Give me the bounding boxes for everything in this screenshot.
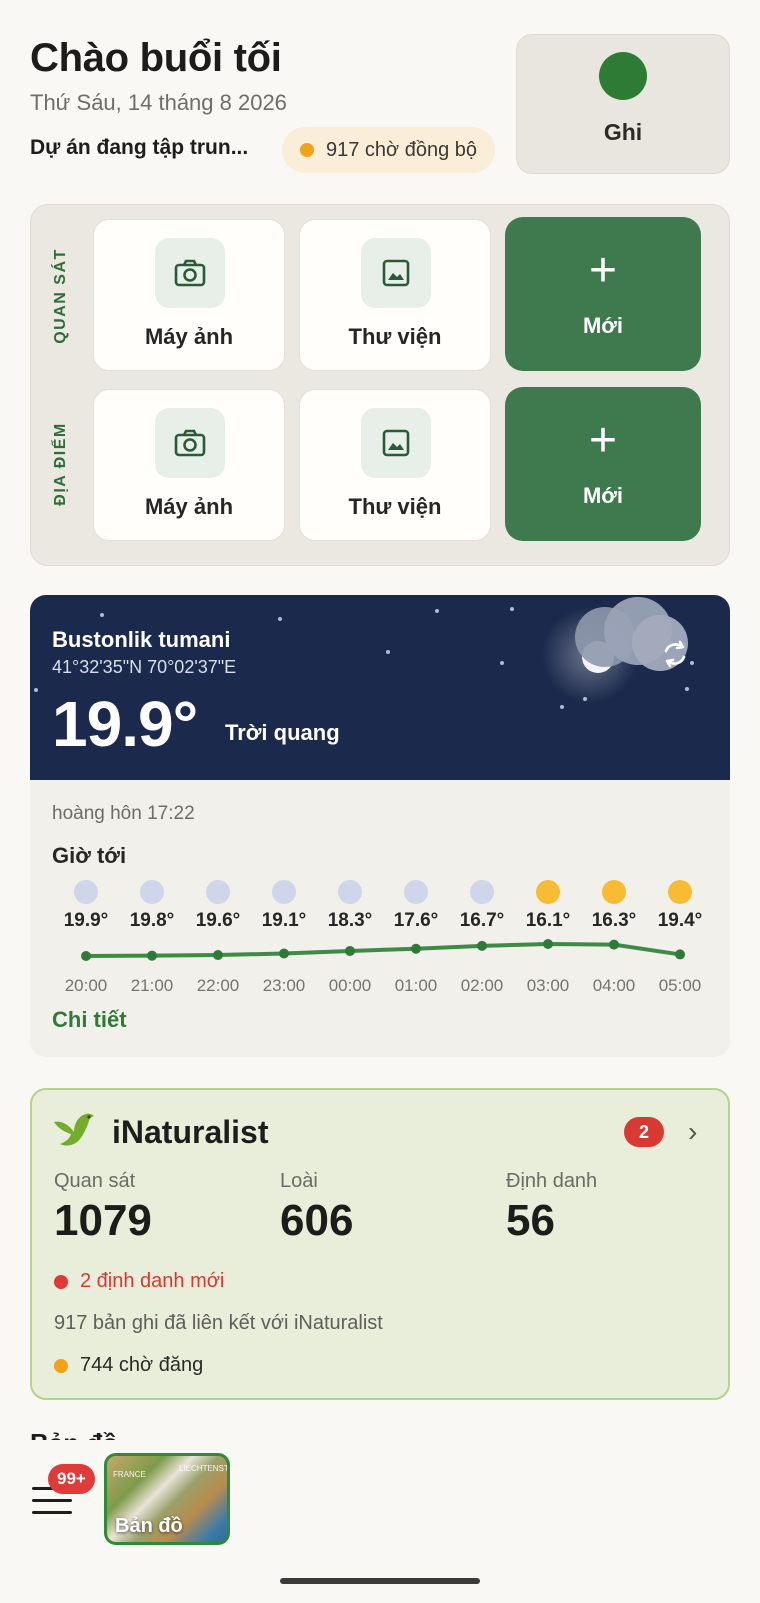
inaturalist-card[interactable]: iNaturalist 2 › Quan sát 1079 Loài 606 Đ… xyxy=(30,1088,730,1400)
notification-badge: 2 xyxy=(624,1117,664,1147)
new-identifications: 2 định danh mới xyxy=(54,1270,224,1293)
observations-label: Quan sát xyxy=(54,1170,136,1192)
identifications-count: 56 xyxy=(506,1196,555,1245)
new-label: Mới xyxy=(582,483,624,508)
trend-line xyxy=(85,942,681,958)
pending-dot-icon xyxy=(54,1358,68,1373)
gallery-icon xyxy=(361,408,431,478)
inaturalist-bird-icon xyxy=(54,1113,94,1146)
observations-count: 1079 xyxy=(54,1196,152,1245)
greeting-title: Chào buổi tối xyxy=(30,36,282,80)
trend-point-3 xyxy=(279,948,289,959)
menu-line xyxy=(32,1511,72,1514)
location-camera-button[interactable]: Máy ảnh xyxy=(93,389,285,541)
species-count: 606 xyxy=(280,1196,354,1245)
map-label: Bản đồ xyxy=(115,1515,183,1537)
identifications-label: Định danh xyxy=(506,1170,598,1192)
observation-section-label: QUAN SÁT xyxy=(52,248,69,344)
weather-details-link[interactable]: Chi tiết xyxy=(52,1007,127,1033)
record-label: Ghi xyxy=(603,119,643,145)
alert-dot-icon xyxy=(54,1274,68,1289)
location-gallery-button[interactable]: Thư viện xyxy=(299,389,491,541)
map-thumbnail-button[interactable]: FRANCE LIECHTENST Bản đồ xyxy=(104,1453,230,1545)
chevron-right-icon[interactable]: › xyxy=(688,1116,697,1148)
linked-records-text: 917 bản ghi đã liên kết với iNaturalist xyxy=(54,1312,383,1334)
trend-point-8 xyxy=(609,939,619,950)
map-section-heading: Bản đồ xyxy=(30,1430,118,1440)
species-label: Loài xyxy=(280,1170,318,1192)
sync-dot-icon xyxy=(300,143,314,157)
trend-point-1 xyxy=(147,950,157,961)
trend-point-9 xyxy=(675,949,685,960)
camera-icon xyxy=(155,408,225,478)
sync-status-text: 917 chờ đồng bộ xyxy=(326,138,478,161)
inaturalist-title: iNaturalist xyxy=(112,1114,269,1150)
pending-uploads-text: 744 chờ đăng xyxy=(80,1354,204,1376)
record-dot-icon xyxy=(599,52,647,100)
location-section-label: ĐỊA ĐIỂM xyxy=(52,422,69,506)
trend-point-2 xyxy=(213,950,223,961)
observation-camera-button[interactable]: Máy ảnh xyxy=(93,219,285,371)
temperature-trend-line xyxy=(81,939,685,961)
pending-uploads: 744 chờ đăng xyxy=(54,1354,203,1377)
map-label-liechtenstein: LIECHTENST xyxy=(179,1464,229,1473)
trend-point-0 xyxy=(81,951,91,961)
gallery-label: Thư viện xyxy=(348,494,442,519)
observation-gallery-button[interactable]: Thư viện xyxy=(299,219,491,371)
gallery-label: Thư viện xyxy=(348,324,442,349)
weather-card[interactable]: Bustonlik tumani 41°32'35"N 70°02'37"E 1… xyxy=(30,595,730,1057)
new-observation-button[interactable]: + Mới xyxy=(505,217,701,371)
camera-label: Máy ảnh xyxy=(144,324,234,349)
plus-icon: + xyxy=(588,244,618,297)
camera-label: Máy ảnh xyxy=(144,494,234,519)
capture-panel: QUAN SÁT ĐỊA ĐIỂM Máy ảnh Thư viện + Mới… xyxy=(30,204,730,566)
menu-line xyxy=(32,1499,72,1502)
new-identifications-text: 2 định danh mới xyxy=(80,1270,225,1292)
trend-point-6 xyxy=(477,940,487,951)
active-project-selector[interactable]: Dự án đang tập trun... xyxy=(30,136,248,160)
trend-point-7 xyxy=(543,939,553,949)
home-indicator[interactable] xyxy=(280,1578,480,1584)
plus-icon: + xyxy=(588,414,618,467)
camera-icon xyxy=(155,238,225,308)
date-text: Thứ Sáu, 14 tháng 8 2026 xyxy=(30,90,287,115)
record-button[interactable]: Ghi xyxy=(516,34,730,174)
new-location-button[interactable]: + Mới xyxy=(505,387,701,541)
gallery-icon xyxy=(361,238,431,308)
sync-status-pill[interactable]: 917 chờ đồng bộ xyxy=(282,127,496,173)
menu-notification-badge: 99+ xyxy=(48,1464,95,1494)
new-label: Mới xyxy=(582,313,624,338)
map-label-france: FRANCE xyxy=(113,1470,146,1479)
trend-point-5 xyxy=(411,943,421,954)
trend-point-4 xyxy=(345,945,355,956)
